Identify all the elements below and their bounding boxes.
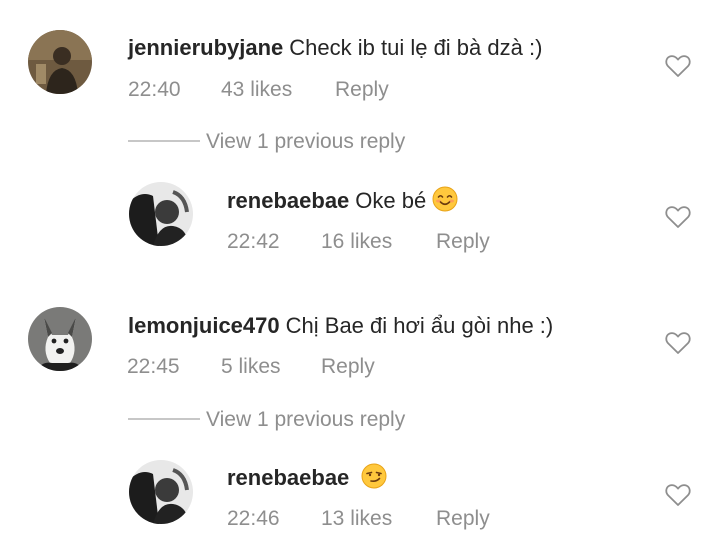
avatar[interactable] — [28, 30, 92, 94]
avatar[interactable] — [28, 307, 92, 371]
heart-outline-icon[interactable] — [665, 205, 691, 229]
view-previous-label[interactable]: View 1 previous reply — [206, 408, 405, 431]
reply-button[interactable]: Reply — [335, 77, 389, 103]
comment-text: Chị Bae đi hơi ẩu gòi nhe :) — [285, 313, 554, 338]
comment-likes[interactable]: 43 likes — [221, 77, 292, 103]
heart-outline-icon[interactable] — [665, 331, 691, 355]
comment-time: 22:46 — [227, 507, 280, 530]
divider-line — [128, 140, 200, 143]
comment-text: Check ib tui lẹ đi bà dzà :) — [289, 35, 543, 60]
comment-likes[interactable]: 13 likes — [321, 506, 392, 532]
reply-button[interactable]: Reply — [436, 229, 490, 255]
comment-likes[interactable]: 16 likes — [321, 229, 392, 255]
divider-line — [128, 418, 200, 421]
comment-username[interactable]: lemonjuice470 — [128, 313, 280, 338]
smiling-face-emoji — [432, 186, 458, 219]
comment-time: 22:45 — [127, 355, 180, 378]
view-previous-replies[interactable]: View 1 previous reply — [128, 407, 405, 433]
comment-text: Oke bé — [355, 188, 427, 213]
view-previous-replies[interactable]: View 1 previous reply — [128, 129, 405, 155]
view-previous-label[interactable]: View 1 previous reply — [206, 130, 405, 153]
reply-button[interactable]: Reply — [436, 506, 490, 532]
comment-username[interactable]: jennierubyjane — [128, 35, 283, 60]
comment-username[interactable]: renebaebae — [227, 465, 349, 490]
comment-likes[interactable]: 5 likes — [221, 354, 281, 380]
heart-outline-icon[interactable] — [665, 54, 691, 78]
comment-time: 22:40 — [128, 78, 181, 101]
avatar[interactable] — [129, 182, 193, 246]
avatar[interactable] — [129, 460, 193, 524]
reply-button[interactable]: Reply — [321, 354, 375, 380]
comment-username[interactable]: renebaebae — [227, 188, 349, 213]
smirking-face-emoji — [361, 463, 387, 496]
heart-outline-icon[interactable] — [665, 483, 691, 507]
comment-time: 22:42 — [227, 230, 280, 253]
